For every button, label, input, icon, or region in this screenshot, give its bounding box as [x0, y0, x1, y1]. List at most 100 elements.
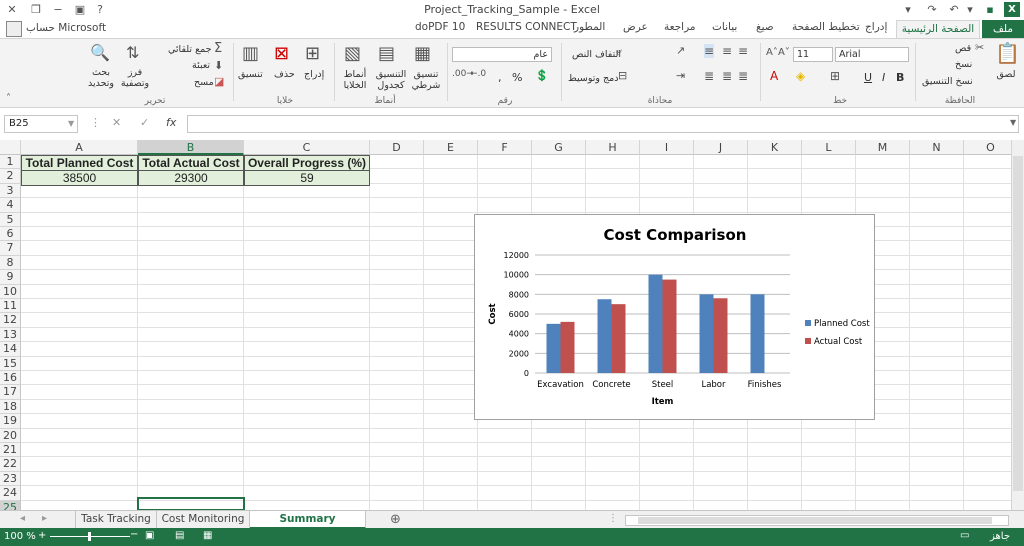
row-header-1[interactable]: 1	[0, 155, 21, 170]
add-sheet-button[interactable]: ⊕	[390, 512, 401, 527]
clear-button[interactable]: مسح	[194, 77, 214, 88]
borders-icon[interactable]: ⊞	[830, 69, 840, 83]
ribbon-display-icon[interactable]: ▣	[72, 2, 88, 18]
prev-sheet-icon[interactable]: ◂	[20, 513, 25, 524]
accounting-format-icon[interactable]: 💲	[535, 69, 549, 82]
row-header-25[interactable]: 25	[0, 500, 21, 510]
column-header-b[interactable]: B	[138, 140, 244, 155]
save-icon[interactable]: ▪	[982, 2, 998, 18]
row-header-11[interactable]: 11	[0, 299, 21, 314]
tab-dopdf[interactable]: doPDF 10	[415, 21, 465, 33]
name-box[interactable]: B25	[4, 115, 78, 133]
column-header-j[interactable]: J	[694, 140, 748, 155]
minimize-window-icon[interactable]: −	[50, 2, 66, 18]
next-sheet-icon[interactable]: ▸	[42, 513, 47, 524]
formula-input[interactable]	[187, 115, 1019, 133]
indent-icon[interactable]: ⇥	[676, 69, 685, 82]
sort-filter-button[interactable]: فرز وتصفية	[118, 67, 152, 89]
format-painter-button[interactable]: نسخ التنسيق	[922, 76, 973, 87]
decrease-decimal-icon[interactable]: .00→	[452, 69, 474, 79]
cell-b2[interactable]: 29300	[138, 170, 244, 186]
align-top-icon[interactable]: ≡	[738, 44, 748, 58]
active-cell-b25[interactable]	[137, 497, 245, 510]
cell-styles-icon[interactable]: ▧	[344, 43, 361, 64]
copy-button[interactable]: نسخ	[955, 59, 972, 70]
undo-dropdown-icon[interactable]: ▾	[962, 2, 978, 18]
row-header-16[interactable]: 16	[0, 371, 21, 386]
align-left-icon[interactable]: ≣	[704, 69, 714, 83]
row-header-18[interactable]: 18	[0, 399, 21, 415]
row-header-22[interactable]: 22	[0, 457, 21, 472]
column-header-m[interactable]: M	[856, 140, 910, 155]
cancel-entry-button[interactable]: ✕	[112, 116, 121, 129]
page-break-view-icon[interactable]: ▣	[145, 530, 154, 541]
insert-cells-icon[interactable]: ⊞	[305, 43, 320, 64]
paste-icon[interactable]: 📋	[995, 41, 1020, 65]
row-header-20[interactable]: 20	[0, 428, 21, 443]
normal-view-icon[interactable]: ▦	[203, 530, 212, 541]
row-header-15[interactable]: 15	[0, 356, 21, 371]
cell-a2[interactable]: 38500	[21, 170, 138, 186]
column-header-k[interactable]: K	[748, 140, 802, 155]
format-as-table-button[interactable]: التنسيق كجدول	[372, 69, 410, 91]
tab-data[interactable]: بيانات	[712, 21, 737, 33]
sheet-tab-summary-dashboard[interactable]: Summary Dashboard	[250, 511, 366, 542]
underline-button[interactable]: U	[864, 71, 872, 84]
format-cells-button[interactable]: تنسيق	[238, 69, 263, 80]
column-header-a[interactable]: A	[21, 140, 138, 155]
find-select-icon[interactable]: 🔍	[90, 43, 110, 62]
cut-button[interactable]: قص	[955, 43, 971, 54]
row-header-6[interactable]: 6	[0, 227, 21, 242]
row-header-7[interactable]: 7	[0, 241, 21, 256]
align-bottom-icon[interactable]: ≡	[704, 44, 715, 58]
cell-c1[interactable]: Overall Progress (%)	[244, 155, 370, 171]
tab-insert[interactable]: إدراج	[865, 21, 887, 33]
font-size-select[interactable]: 11	[793, 47, 833, 62]
help-icon[interactable]: ?	[92, 2, 108, 18]
align-middle-icon[interactable]: ≡	[722, 44, 732, 58]
delete-cells-icon[interactable]: ⊠	[274, 43, 289, 64]
wrap-text-button[interactable]: التفاف النص	[572, 49, 621, 60]
row-header-9[interactable]: 9	[0, 270, 21, 285]
cell-styles-button[interactable]: أنماط الخلايا	[338, 69, 372, 91]
cell-a1[interactable]: Total Planned Cost	[21, 155, 138, 171]
tab-page-layout[interactable]: تخطيط الصفحة	[792, 21, 860, 33]
tab-review[interactable]: مراجعة	[664, 21, 696, 33]
sheet-tab-cost-monitoring[interactable]: Cost Monitoring	[157, 511, 250, 529]
zoom-level[interactable]: 100 %	[4, 531, 36, 542]
close-window-icon[interactable]: ✕	[4, 2, 20, 18]
row-header-12[interactable]: 12	[0, 313, 21, 328]
row-header-13[interactable]: 13	[0, 327, 21, 343]
zoom-out-icon[interactable]: −	[130, 529, 138, 540]
column-header-e[interactable]: E	[424, 140, 478, 155]
row-header-5[interactable]: 5	[0, 212, 21, 227]
column-header-f[interactable]: F	[478, 140, 532, 155]
tab-file[interactable]: ملف	[982, 20, 1024, 38]
vertical-scrollbar[interactable]	[1011, 140, 1024, 510]
number-format-select[interactable]: عام	[452, 47, 552, 62]
chart-cost-comparison[interactable]: Cost Comparison 0 2000 4000 6000 8000 10000 120…	[474, 214, 875, 420]
sheet-tab-task-tracking[interactable]: Task Tracking	[75, 511, 157, 529]
format-cells-icon[interactable]: ▥	[242, 43, 259, 64]
cell-b1[interactable]: Total Actual Cost	[138, 155, 244, 171]
bold-button[interactable]: B	[896, 71, 904, 84]
zoom-slider-thumb[interactable]	[88, 532, 91, 541]
page-layout-view-icon[interactable]: ▤	[175, 530, 184, 541]
restore-window-icon[interactable]: ❐	[28, 2, 44, 18]
sort-filter-icon[interactable]: ⇅	[126, 43, 139, 62]
conditional-formatting-icon[interactable]: ▦	[414, 43, 431, 64]
paste-button[interactable]: لصق	[992, 69, 1020, 80]
grow-font-icon[interactable]: A˄	[766, 47, 778, 58]
column-header-l[interactable]: L	[802, 140, 856, 155]
row-header-21[interactable]: 21	[0, 443, 21, 458]
comma-button[interactable]: ,	[498, 71, 502, 84]
account-name[interactable]: حساب Microsoft	[26, 22, 106, 34]
delete-cells-button[interactable]: حذف	[274, 69, 295, 80]
column-header-h[interactable]: H	[586, 140, 640, 155]
row-header-3[interactable]: 3	[0, 183, 21, 199]
find-select-button[interactable]: بحث وتحديد	[86, 67, 116, 89]
horizontal-scroll-thumb[interactable]	[638, 517, 992, 524]
row-header-14[interactable]: 14	[0, 342, 21, 357]
column-header-g[interactable]: G	[532, 140, 586, 155]
row-header-17[interactable]: 17	[0, 385, 21, 400]
